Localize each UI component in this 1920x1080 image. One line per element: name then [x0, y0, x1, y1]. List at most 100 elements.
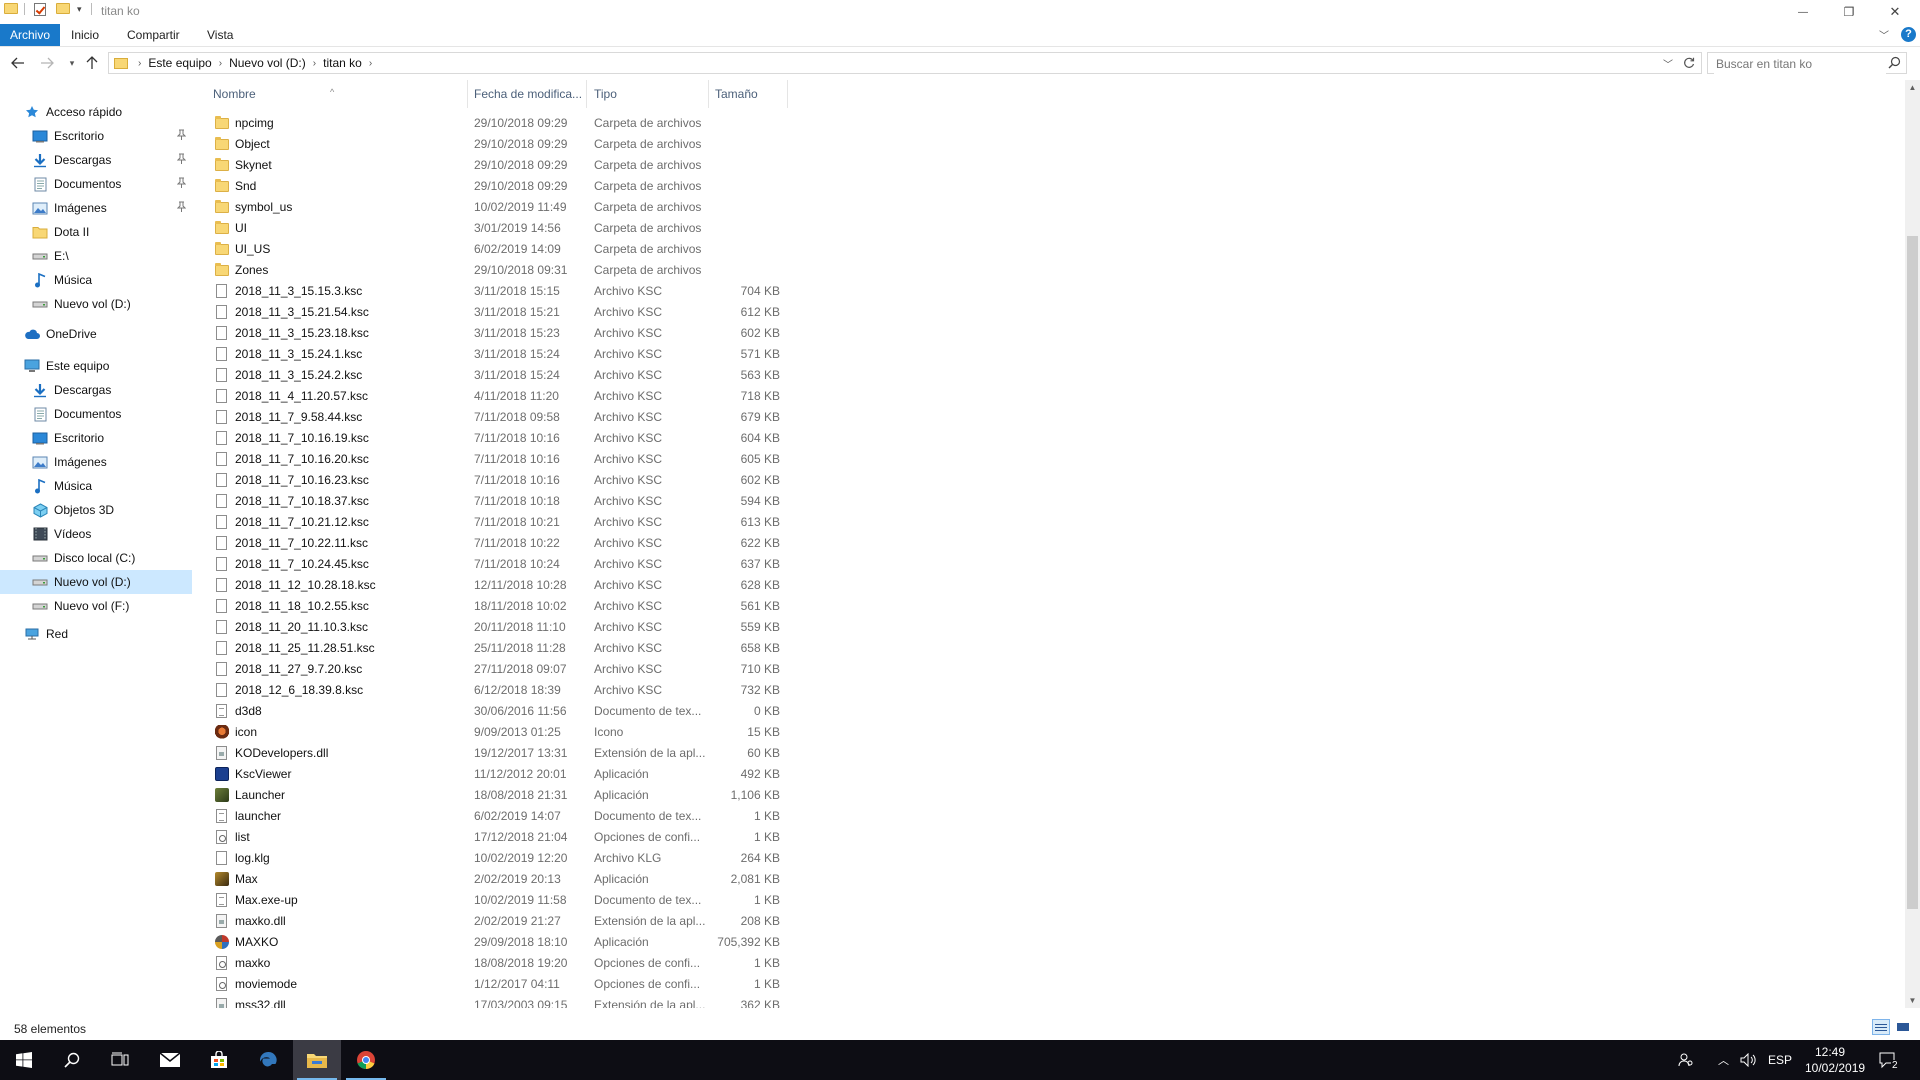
file-row[interactable]: icon 9/09/2013 01:25 Icono 15 KB	[200, 722, 1000, 743]
file-row[interactable]: list 17/12/2018 21:04 Opciones de confi...…	[200, 827, 1000, 848]
column-header-type[interactable]: Tipo	[587, 80, 709, 108]
file-row[interactable]: KscViewer 11/12/2012 20:01 Aplicación 492 K…	[200, 764, 1000, 785]
forward-button[interactable]	[37, 53, 57, 73]
file-row[interactable]: Object 29/10/2018 09:29 Carpeta de archivo…	[200, 134, 1000, 155]
nav-pc-item-3[interactable]: Imágenes	[0, 450, 192, 474]
file-row[interactable]: 2018_11_3_15.15.3.ksc 3/11/2018 15:15 Arch…	[200, 281, 1000, 302]
file-row[interactable]: 2018_11_7_10.16.23.ksc 7/11/2018 10:16 Arc…	[200, 470, 1000, 491]
quick-access-dropdown-icon[interactable]: ▾	[77, 4, 82, 15]
file-row[interactable]: MAXKO 29/09/2018 18:10 Aplicación 705,392 K…	[200, 932, 1000, 953]
nav-quick-access[interactable]: Acceso rápido	[0, 100, 192, 124]
details-view-button[interactable]	[1872, 1019, 1890, 1035]
show-hidden-icons-button[interactable]: ︿	[1718, 1040, 1729, 1080]
help-icon[interactable]: ?	[1901, 27, 1916, 42]
breadcrumb-nuevo-vol[interactable]: Nuevo vol (D:)	[223, 56, 312, 70]
file-row[interactable]: KODevelopers.dll 19/12/2017 13:31 Extensió…	[200, 743, 1000, 764]
nav-pc-item-0[interactable]: Descargas	[0, 378, 192, 402]
tab-inicio[interactable]: Inicio	[59, 24, 111, 46]
nav-quick-item-6[interactable]: Música	[0, 268, 192, 292]
nav-red[interactable]: Red	[0, 622, 192, 646]
edge-taskbar-button[interactable]	[244, 1040, 292, 1080]
nav-quick-item-2[interactable]: Documentos	[0, 172, 192, 196]
store-taskbar-button[interactable]	[195, 1040, 243, 1080]
file-row[interactable]: d3d8 30/06/2016 11:56 Documento de tex... 0…	[200, 701, 1000, 722]
column-header-date[interactable]: Fecha de modifica...	[468, 80, 587, 108]
file-row[interactable]: 2018_11_12_10.28.18.ksc 12/11/2018 10:28 A…	[200, 575, 1000, 596]
file-row[interactable]: Zones 29/10/2018 09:31 Carpeta de archivos	[200, 260, 1000, 281]
file-row[interactable]: 2018_11_7_10.18.37.ksc 7/11/2018 10:18 Arc…	[200, 491, 1000, 512]
back-button[interactable]	[8, 53, 28, 73]
nav-quick-item-1[interactable]: Descargas	[0, 148, 192, 172]
close-button[interactable]: ✕	[1872, 0, 1918, 24]
nav-pc-item-1[interactable]: Documentos	[0, 402, 192, 426]
properties-check-icon[interactable]	[34, 3, 46, 16]
file-row[interactable]: UI 3/01/2019 14:56 Carpeta de archivos	[200, 218, 1000, 239]
people-button[interactable]	[1678, 1040, 1694, 1080]
nav-pc-item-5[interactable]: Objetos 3D	[0, 498, 192, 522]
tab-vista[interactable]: Vista	[195, 24, 245, 46]
search-icon[interactable]	[1888, 56, 1901, 69]
search-taskbar-button[interactable]	[48, 1040, 96, 1080]
file-row[interactable]: moviemode 1/12/2017 04:11 Opciones de conf…	[200, 974, 1000, 995]
new-folder-icon[interactable]	[56, 3, 70, 14]
nav-quick-item-3[interactable]: Imágenes	[0, 196, 192, 220]
tab-archivo[interactable]: Archivo	[0, 24, 61, 46]
file-row[interactable]: 2018_11_7_10.22.11.ksc 7/11/2018 10:22 Arc…	[200, 533, 1000, 554]
file-row[interactable]: Skynet 29/10/2018 09:29 Carpeta de archivo…	[200, 155, 1000, 176]
file-row[interactable]: npcimg 29/10/2018 09:29 Carpeta de archivo…	[200, 113, 1000, 134]
file-row[interactable]: 2018_11_3_15.24.1.ksc 3/11/2018 15:24 Arch…	[200, 344, 1000, 365]
file-row[interactable]: 2018_11_20_11.10.3.ksc 20/11/2018 11:10 Ar…	[200, 617, 1000, 638]
search-input[interactable]	[1714, 54, 1886, 74]
column-header-size[interactable]: Tamaño	[709, 80, 788, 108]
nav-onedrive[interactable]: OneDrive	[0, 322, 192, 346]
file-row[interactable]: launcher 6/02/2019 14:07 Documento de tex.…	[200, 806, 1000, 827]
expand-ribbon-icon[interactable]: ﹀	[1879, 27, 1889, 42]
file-row[interactable]: 2018_11_7_9.58.44.ksc 7/11/2018 09:58 Arch…	[200, 407, 1000, 428]
file-row[interactable]: 2018_11_7_10.24.45.ksc 7/11/2018 10:24 Arc…	[200, 554, 1000, 575]
file-row[interactable]: 2018_11_3_15.23.18.ksc 3/11/2018 15:23 Arc…	[200, 323, 1000, 344]
language-indicator[interactable]: ESP	[1768, 1040, 1792, 1080]
file-row[interactable]: Max 2/02/2019 20:13 Aplicación 2,081 KB	[200, 869, 1000, 890]
nav-pc-item-7[interactable]: Disco local (C:)	[0, 546, 192, 570]
tab-compartir[interactable]: Compartir	[115, 24, 192, 46]
file-row[interactable]: 2018_11_4_11.20.57.ksc 4/11/2018 11:20 Arc…	[200, 386, 1000, 407]
file-row[interactable]: 2018_11_7_10.16.19.ksc 7/11/2018 10:16 Arc…	[200, 428, 1000, 449]
column-header-name[interactable]: ^ Nombre	[200, 80, 468, 108]
breadcrumb-este-equipo[interactable]: Este equipo	[142, 56, 217, 70]
file-row[interactable]: 2018_11_25_11.28.51.ksc 25/11/2018 11:28 A…	[200, 638, 1000, 659]
volume-button[interactable]	[1740, 1040, 1756, 1080]
scroll-up-arrow-icon[interactable]: ▲	[1905, 80, 1920, 95]
file-row[interactable]: 2018_11_27_9.7.20.ksc 27/11/2018 09:07 Arc…	[200, 659, 1000, 680]
file-row[interactable]: 2018_11_3_15.21.54.ksc 3/11/2018 15:21 Arc…	[200, 302, 1000, 323]
nav-quick-item-0[interactable]: Escritorio	[0, 124, 192, 148]
up-button[interactable]	[82, 53, 102, 73]
file-row[interactable]: 2018_11_3_15.24.2.ksc 3/11/2018 15:24 Arch…	[200, 365, 1000, 386]
file-row[interactable]: 2018_11_18_10.2.55.ksc 18/11/2018 10:02 Ar…	[200, 596, 1000, 617]
file-row[interactable]: Max.exe-up 10/02/2019 11:58 Documento de t…	[200, 890, 1000, 911]
file-row[interactable]: log.klg 10/02/2019 12:20 Archivo KLG 264 KB	[200, 848, 1000, 869]
nav-pc-item-6[interactable]: Vídeos	[0, 522, 192, 546]
chrome-taskbar-button[interactable]	[342, 1040, 390, 1080]
action-center-button[interactable]: 2	[1878, 1040, 1899, 1080]
file-row[interactable]: symbol_us 10/02/2019 11:49 Carpeta de arch…	[200, 197, 1000, 218]
nav-quick-item-7[interactable]: Nuevo vol (D:)	[0, 292, 192, 316]
nav-este-equipo[interactable]: Este equipo	[0, 354, 192, 378]
large-icons-view-button[interactable]	[1894, 1019, 1912, 1035]
nav-pc-item-4[interactable]: Música	[0, 474, 192, 498]
nav-pc-item-2[interactable]: Escritorio	[0, 426, 192, 450]
file-row[interactable]: 2018_12_6_18.39.8.ksc 6/12/2018 18:39 Arch…	[200, 680, 1000, 701]
address-dropdown-icon[interactable]: ﹀	[1663, 56, 1673, 71]
address-bar[interactable]: › Este equipo › Nuevo vol (D:) › titan k…	[108, 52, 1702, 74]
file-row[interactable]: UI_US 6/02/2019 14:09 Carpeta de archivos	[200, 239, 1000, 260]
file-explorer-taskbar-button[interactable]	[293, 1040, 341, 1080]
nav-pc-item-8[interactable]: Nuevo vol (D:)	[0, 570, 192, 594]
nav-pc-item-9[interactable]: Nuevo vol (F:)	[0, 594, 192, 618]
clock[interactable]: 12:49 10/02/2019	[1805, 1044, 1865, 1076]
file-row[interactable]: maxko.dll 2/02/2019 21:27 Extensión de la …	[200, 911, 1000, 932]
file-row[interactable]: 2018_11_7_10.21.12.ksc 7/11/2018 10:21 Arc…	[200, 512, 1000, 533]
nav-quick-item-5[interactable]: E:\	[0, 244, 192, 268]
file-row[interactable]: 2018_11_7_10.16.20.ksc 7/11/2018 10:16 Arc…	[200, 449, 1000, 470]
recent-locations-button[interactable]: ▾	[62, 53, 82, 73]
file-row[interactable]: Snd 29/10/2018 09:29 Carpeta de archivos	[200, 176, 1000, 197]
vertical-scrollbar[interactable]: ▲ ▼	[1905, 80, 1920, 1008]
